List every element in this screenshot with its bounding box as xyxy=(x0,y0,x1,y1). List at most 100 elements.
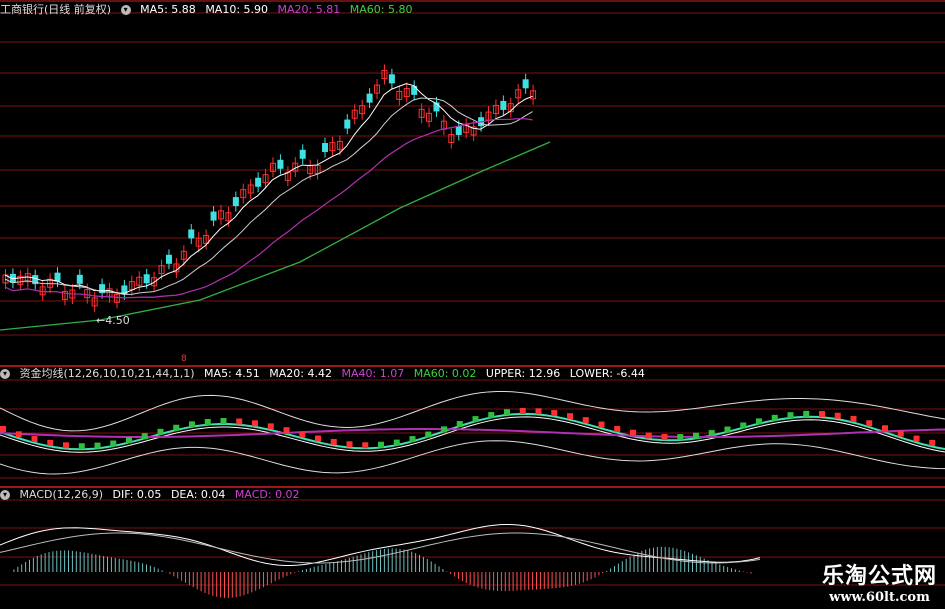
candle-body xyxy=(322,143,329,153)
fund-step xyxy=(677,434,684,441)
fund-step xyxy=(598,421,605,428)
fund-step xyxy=(157,428,164,435)
macd-title: MACD(12,26,9) xyxy=(19,488,104,501)
fund-step xyxy=(740,422,747,429)
candle-body xyxy=(500,100,507,110)
fund-step xyxy=(299,431,306,438)
macd-value: MACD: 0.02 xyxy=(234,488,300,501)
dea-value: DEA: 0.04 xyxy=(170,488,226,501)
fund-step xyxy=(535,408,542,415)
fund-step xyxy=(126,437,132,444)
candle-body xyxy=(255,177,262,187)
candle-body xyxy=(76,274,83,284)
fund-step xyxy=(488,412,495,419)
fund-step xyxy=(661,434,668,441)
ma5-line xyxy=(4,83,533,295)
fund-step xyxy=(614,425,621,432)
fund-step xyxy=(362,442,369,449)
fund-ma-title: 资金均线(12,26,10,10,21,44,1,1) xyxy=(19,367,195,380)
candle-body xyxy=(232,197,239,207)
fund-step xyxy=(346,441,353,448)
candle-body xyxy=(188,229,195,239)
fund-step xyxy=(693,432,699,439)
upper-value: UPPER: 12.96 xyxy=(485,367,561,380)
fund-step xyxy=(330,438,337,445)
fund-step xyxy=(897,430,904,437)
ma60-value: MA60: 5.80 xyxy=(349,3,413,16)
fund-step xyxy=(189,421,195,428)
fund-step xyxy=(567,413,573,420)
fund-step xyxy=(724,426,731,433)
dif-value: DIF: 0.05 xyxy=(112,488,162,501)
fund-step xyxy=(708,430,715,437)
ma20-line xyxy=(4,118,533,299)
candle-body xyxy=(210,211,217,221)
fund-step xyxy=(283,427,290,434)
fund-ma20-value: MA20: 4.42 xyxy=(269,367,332,380)
fund-step xyxy=(913,435,920,442)
fund-step xyxy=(267,423,274,430)
fund-step xyxy=(850,415,857,422)
low-price-label: ←4.50 xyxy=(96,314,130,327)
fund-step xyxy=(47,439,54,446)
settings-toggle-icon[interactable]: ▾ xyxy=(0,490,10,500)
fund-step xyxy=(456,421,463,428)
candle-body xyxy=(388,74,395,84)
fund-step xyxy=(315,435,321,442)
watermark: 乐淘公式网 www.60lt.com xyxy=(822,558,937,605)
candle-body xyxy=(299,149,306,159)
ma10-value: MA10: 5.90 xyxy=(205,3,269,16)
fund-step xyxy=(378,441,384,448)
ma20-value: MA20: 5.81 xyxy=(277,3,341,16)
fund-step xyxy=(582,417,589,424)
watermark-url: www.60lt.com xyxy=(829,590,930,605)
ma5-value: MA5: 5.88 xyxy=(140,3,196,16)
fund-step xyxy=(551,410,558,417)
fund-step xyxy=(756,418,762,425)
candle-body xyxy=(344,119,351,129)
fund-step xyxy=(393,439,400,446)
candle-body xyxy=(143,274,150,284)
macd-panel-header: ▾ MACD(12,26,9) DIF: 0.05 DEA: 0.04 MACD… xyxy=(0,487,306,503)
fund-step xyxy=(63,442,69,449)
fund-step xyxy=(866,420,873,427)
fund-step xyxy=(252,420,258,427)
fund-step xyxy=(78,443,85,450)
candle-body xyxy=(366,93,373,103)
fund-step xyxy=(771,414,778,421)
lower-value: LOWER: -6.44 xyxy=(569,367,645,380)
fund-step xyxy=(409,436,416,443)
fund-step xyxy=(110,440,117,447)
fund-step xyxy=(882,425,888,432)
fund-step xyxy=(787,412,794,419)
fund-step xyxy=(929,439,936,446)
fund-ma60-value: MA60: 0.02 xyxy=(413,367,477,380)
candle-body xyxy=(277,159,284,169)
fund-step xyxy=(236,418,243,425)
panel-marker: 8 xyxy=(181,354,187,364)
fund-step xyxy=(834,412,841,419)
fund-ma-panel-header: ▾ 资金均线(12,26,10,10,21,44,1,1) MA5: 4.51 … xyxy=(0,366,651,382)
fund-step xyxy=(15,431,22,438)
fund-step xyxy=(519,407,526,414)
price-panel-header: 工商银行(日线 前复权) ▾ MA5: 5.88 MA10: 5.90 MA20… xyxy=(0,2,418,18)
fund-step xyxy=(204,418,211,425)
fund-step xyxy=(630,429,636,436)
candle-body xyxy=(522,79,529,89)
fund-step xyxy=(0,426,6,432)
fund-step xyxy=(94,442,101,449)
fund-step xyxy=(220,417,227,424)
fund-step xyxy=(425,431,432,438)
settings-toggle-icon[interactable]: ▾ xyxy=(120,5,131,15)
fund-step xyxy=(141,433,148,440)
fund-step xyxy=(819,411,825,418)
candle-body xyxy=(165,254,172,264)
fund-step xyxy=(645,432,652,439)
fund-step xyxy=(441,426,447,433)
settings-toggle-icon[interactable]: ▾ xyxy=(0,369,10,379)
watermark-title: 乐淘公式网 xyxy=(821,564,937,589)
fund-ma5-value: MA5: 4.51 xyxy=(204,367,260,380)
candle-body xyxy=(455,125,462,135)
fund-step xyxy=(504,409,510,416)
fund-step xyxy=(472,416,479,423)
